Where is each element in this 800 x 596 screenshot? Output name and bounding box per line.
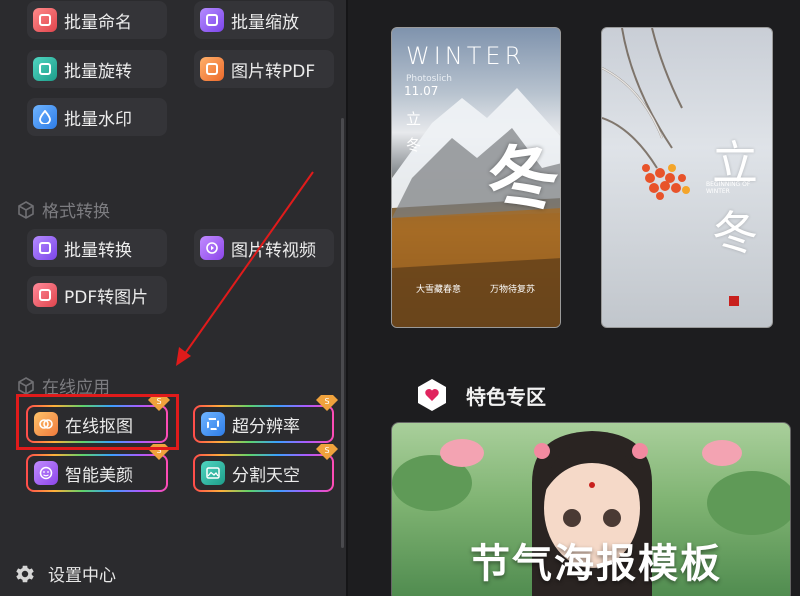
format-section-title: 格式转换 — [16, 197, 110, 222]
batch-watermark-icon — [33, 105, 57, 129]
format-section-label: 格式转换 — [42, 202, 110, 222]
image-to-video-button[interactable]: 图片转视频 — [194, 229, 334, 267]
batch-resize-icon — [200, 8, 224, 32]
poster-lidong-title: 立冬 — [712, 136, 758, 260]
settings-button[interactable]: 设置中心 — [14, 561, 116, 586]
sidebar: 批量命名 批量缩放 批量旋转 图片转PDF 批量水印 格式转换 批量转换 图片转… — [0, 0, 346, 596]
image-to-pdf-icon — [200, 57, 224, 81]
pdf-to-image-label: PDF转图片 — [64, 287, 149, 308]
batch-convert-button[interactable]: 批量转换 — [27, 229, 167, 267]
batch-resize-button[interactable]: 批量缩放 — [194, 1, 334, 39]
batch-watermark-button[interactable]: 批量水印 — [27, 98, 167, 136]
smart-beauty-label: 智能美颜 — [65, 465, 133, 486]
super-resolution-label: 超分辨率 — [232, 416, 300, 437]
poster-winter-subtitle: Photoslich — [406, 74, 453, 84]
sky-segment-icon — [201, 461, 225, 485]
sidebar-scrollbar[interactable] — [341, 118, 344, 548]
super-resolution-icon — [201, 412, 225, 436]
gear-icon — [16, 565, 34, 582]
poster-winter-title: WINTER — [406, 42, 526, 70]
batch-rename-icon — [33, 8, 57, 32]
main-content: WINTER Photoslich 11.07 立冬 冬 大雪藏春意 万物待复苏… — [348, 0, 800, 596]
feature-section-title: 特色专区 — [466, 384, 546, 409]
image-to-video-label: 图片转视频 — [231, 240, 316, 261]
sky-segment-label: 分割天空 — [232, 465, 300, 486]
premium-badge-text: S — [324, 446, 329, 455]
batch-rotate-button[interactable]: 批量旋转 — [27, 50, 167, 88]
image-to-pdf-label: 图片转PDF — [231, 61, 316, 82]
premium-diamond-icon: S — [316, 395, 338, 411]
batch-rotate-icon — [33, 57, 57, 81]
batch-resize-label: 批量缩放 — [231, 12, 299, 33]
heart-hexagon-icon — [418, 379, 446, 411]
batch-rename-label: 批量命名 — [64, 12, 132, 33]
smart-beauty-button[interactable]: 智能美颜 — [26, 454, 168, 492]
image-to-pdf-button[interactable]: 图片转PDF — [194, 50, 334, 88]
batch-watermark-label: 批量水印 — [64, 109, 132, 130]
poster-winter-date: 11.07 — [404, 84, 439, 98]
pdf-to-image-button[interactable]: PDF转图片 — [27, 276, 167, 314]
poster-lidong-subtitle: BEGINNING OF WINTER — [706, 181, 751, 195]
highlight-box — [16, 394, 179, 450]
batch-rename-button[interactable]: 批量命名 — [27, 1, 167, 39]
sky-segment-button[interactable]: 分割天空 — [193, 454, 334, 492]
poster-winter-caption-left: 大雪藏春意 — [416, 285, 462, 295]
batch-convert-icon — [33, 236, 57, 260]
cube-icon — [18, 200, 34, 219]
premium-badge-text: S — [324, 397, 329, 406]
poster-lidong-card[interactable]: 立冬 BEGINNING OF WINTER — [601, 27, 773, 328]
solar-term-poster-banner[interactable]: 节气海报模板 — [391, 422, 791, 596]
feature-section-header: 特色专区 — [416, 378, 546, 412]
banner-title: 节气海报模板 — [470, 541, 722, 587]
batch-convert-label: 批量转换 — [64, 240, 132, 261]
smart-beauty-icon — [34, 461, 58, 485]
image-to-video-icon — [200, 236, 224, 260]
cube-icon — [18, 376, 34, 395]
poster-winter-vertical-text: 立冬 — [406, 110, 422, 154]
batch-rotate-label: 批量旋转 — [64, 61, 132, 82]
pdf-to-image-icon — [33, 283, 57, 307]
settings-label: 设置中心 — [48, 566, 116, 586]
poster-winter-card[interactable]: WINTER Photoslich 11.07 立冬 冬 大雪藏春意 万物待复苏 — [391, 27, 561, 328]
super-resolution-button[interactable]: 超分辨率 — [193, 405, 334, 443]
premium-diamond-icon: S — [316, 444, 338, 460]
red-stamp-icon — [729, 296, 739, 306]
poster-winter-caption-right: 万物待复苏 — [490, 285, 536, 295]
poster-winter-big-char: 冬 — [481, 132, 561, 226]
